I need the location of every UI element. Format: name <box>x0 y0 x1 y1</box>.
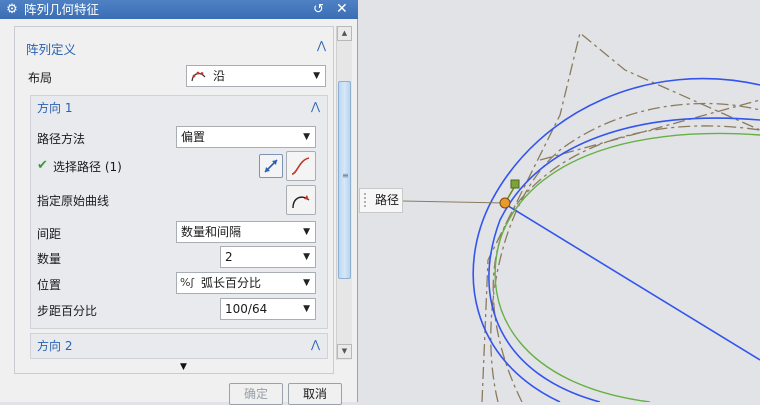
green-handle-icon[interactable] <box>510 179 520 189</box>
layout-select[interactable]: 沿 ▼ <box>186 65 326 87</box>
direction1-group: 方向 1 ⋀ 路径方法 偏置 ▼ ✔ 选择路径 (1) 指定原始曲线 间距 数量… <box>30 95 328 329</box>
dialog-title: 阵列几何特征 <box>24 2 100 17</box>
dropdown-arrow-icon: ▼ <box>303 132 310 142</box>
layout-value: 沿 <box>213 69 226 83</box>
dropdown-arrow-icon: ▼ <box>303 227 310 237</box>
path-method-value: 偏置 <box>181 130 206 144</box>
specify-original-curve-label: 指定原始曲线 <box>37 194 110 208</box>
reverse-direction-button[interactable] <box>259 154 283 178</box>
direction2-group: 方向 2 ⋀ <box>30 333 328 359</box>
scroll-thumb[interactable]: ≡ <box>338 81 351 279</box>
position-label: 位置 <box>37 278 62 292</box>
curve-arrow-icon <box>292 195 310 209</box>
curve-icon <box>291 157 310 175</box>
close-icon[interactable]: ✕ <box>336 0 348 19</box>
reset-icon[interactable]: ↺ <box>313 0 324 19</box>
gear-icon: ⚙ <box>6 2 18 17</box>
chevron-up-icon[interactable]: ⋀ <box>317 39 326 52</box>
path-label-text: 路径 <box>375 193 400 207</box>
more-options-arrow-icon[interactable]: ▼ <box>180 362 187 372</box>
chevron-up-icon[interactable]: ⋀ <box>311 100 320 113</box>
select-path-label[interactable]: 选择路径 (1) <box>53 158 122 175</box>
spacing-label: 间距 <box>37 227 62 241</box>
direction2-header[interactable]: 方向 2 <box>37 337 72 354</box>
count-input[interactable]: 2 ▼ <box>220 246 316 268</box>
layout-label: 布局 <box>28 71 53 85</box>
count-value: 2 <box>225 250 233 264</box>
reverse-direction-icon <box>264 159 278 173</box>
drag-handle-icon[interactable] <box>363 192 367 209</box>
position-value: 弧长百分比 <box>201 276 262 290</box>
spacing-value: 数量和间隔 <box>181 225 242 239</box>
step-percent-input[interactable]: 100/64 ▼ <box>220 298 316 320</box>
specify-original-curve-button[interactable] <box>286 185 316 215</box>
path-method-label: 路径方法 <box>37 132 86 146</box>
vertical-scrollbar[interactable]: ▲ ≡ ▼ <box>336 26 352 360</box>
dropdown-arrow-icon: ▼ <box>303 252 310 262</box>
along-layout-icon <box>191 71 206 82</box>
dropdown-arrow-icon: ▼ <box>313 71 320 81</box>
dialog-content: 阵列定义 ⋀ 布局 沿 ▼ 方向 1 ⋀ 路径方法 偏置 ▼ ✔ 选择路径 (1… <box>14 26 334 374</box>
dropdown-arrow-icon: ▼ <box>303 304 310 314</box>
grip-icon: ≡ <box>342 171 349 180</box>
orange-point-handle-icon[interactable] <box>499 197 511 209</box>
position-select[interactable]: %ʃ 弧长百分比 ▼ <box>176 272 316 294</box>
chevron-up-icon[interactable]: ⋀ <box>311 338 320 351</box>
scroll-down-icon[interactable]: ▼ <box>337 344 352 359</box>
checkmark-icon: ✔ <box>37 158 48 173</box>
path-label-tag[interactable]: 路径 <box>359 188 403 213</box>
scroll-up-icon[interactable]: ▲ <box>337 26 352 41</box>
percent-arc-icon: %ʃ <box>180 276 195 289</box>
array-definition-header[interactable]: 阵列定义 <box>26 39 76 58</box>
dropdown-arrow-icon: ▼ <box>303 278 310 288</box>
dialog-title-bar: ⚙ 阵列几何特征 ↺ ✕ <box>0 0 358 19</box>
step-percent-label: 步距百分比 <box>37 304 98 318</box>
path-method-select[interactable]: 偏置 ▼ <box>176 126 316 148</box>
select-curve-button[interactable] <box>286 151 316 181</box>
count-label: 数量 <box>37 252 62 266</box>
pattern-geometry-dialog: ⚙ 阵列几何特征 ↺ ✕ 阵列定义 ⋀ 布局 沿 ▼ 方向 1 ⋀ 路径方法 偏… <box>0 0 358 405</box>
direction1-header[interactable]: 方向 1 <box>37 99 72 116</box>
step-percent-value: 100/64 <box>225 302 268 316</box>
spacing-select[interactable]: 数量和间隔 ▼ <box>176 221 316 243</box>
